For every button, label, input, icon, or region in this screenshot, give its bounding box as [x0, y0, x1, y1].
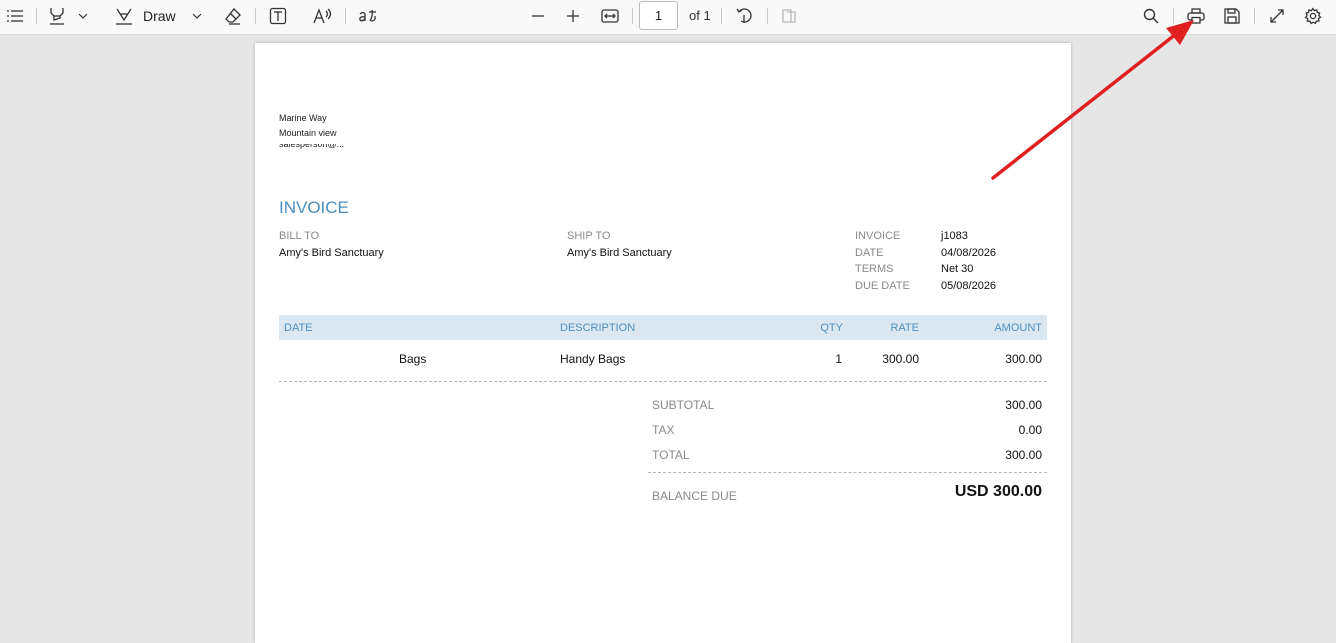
contents-icon[interactable] — [3, 4, 27, 28]
address-line-3: salesperson@... — [279, 144, 345, 149]
zoom-out-icon[interactable] — [527, 4, 549, 28]
line-amount: 300.00 — [1005, 352, 1042, 366]
bill-to-label: BILL TO — [279, 230, 320, 242]
column-header-rate: RATE — [890, 322, 919, 334]
toolbar-separator — [767, 8, 768, 24]
tax-value: 0.00 — [1018, 423, 1042, 437]
highlight-icon[interactable] — [46, 4, 68, 28]
line-items-header: DATE DESCRIPTION QTY RATE AMOUNT — [279, 315, 1047, 340]
column-header-description: DESCRIPTION — [560, 322, 636, 334]
draw-icon[interactable] — [113, 4, 135, 28]
save-icon[interactable] — [1220, 4, 1244, 28]
draw-label[interactable]: Draw — [143, 4, 181, 28]
due-date: 05/08/2026 — [941, 280, 997, 292]
invoice-date: 04/08/2026 — [941, 247, 997, 259]
invoice-date-label: DATE — [855, 247, 884, 259]
toolbar-separator — [255, 8, 256, 24]
divider — [648, 472, 1047, 473]
invoice-number: j1083 — [941, 230, 968, 242]
ship-to-label: SHIP TO — [567, 230, 611, 242]
search-icon[interactable] — [1139, 4, 1163, 28]
toolbar-separator — [721, 8, 722, 24]
read-aloud-icon[interactable] — [311, 4, 335, 28]
total-value: 300.00 — [1005, 448, 1042, 462]
toolbar-separator — [632, 8, 633, 24]
total-label: TOTAL — [652, 448, 690, 462]
divider — [279, 381, 1047, 382]
column-header-date: DATE — [284, 322, 313, 334]
zoom-in-icon[interactable] — [562, 4, 584, 28]
pdf-toolbar: Draw 1 of 1 — [0, 0, 1336, 35]
settings-icon[interactable] — [1301, 4, 1325, 28]
toolbar-separator — [1254, 8, 1255, 24]
column-header-amount: AMOUNT — [994, 322, 1042, 334]
chevron-down-icon[interactable] — [74, 4, 92, 28]
invoice-number-label: INVOICE — [855, 230, 901, 242]
terms-label: TERMS — [855, 263, 894, 275]
balance-due-label: BALANCE DUE — [652, 489, 737, 503]
toolbar-separator — [1173, 8, 1174, 24]
invoice-page: Marine Way Mountain view salesperson@...… — [255, 43, 1071, 643]
fit-width-icon[interactable] — [598, 4, 622, 28]
toolbar-separator — [345, 8, 346, 24]
invoice-title: INVOICE — [279, 198, 349, 217]
chevron-down-icon[interactable] — [188, 4, 206, 28]
column-header-qty: QTY — [820, 322, 843, 334]
line-description: Handy Bags — [560, 352, 626, 366]
subtotal-label: SUBTOTAL — [652, 398, 715, 412]
tax-label: TAX — [652, 423, 675, 437]
translate-icon[interactable] — [356, 4, 380, 28]
due-date-label: DUE DATE — [855, 280, 910, 292]
line-rate: 300.00 — [882, 352, 919, 366]
fullscreen-icon[interactable] — [1265, 4, 1289, 28]
address-line-2: Mountain view — [279, 128, 337, 137]
terms: Net 30 — [941, 263, 974, 275]
two-page-icon[interactable] — [778, 4, 800, 28]
toolbar-separator — [36, 8, 37, 24]
page-count: of 1 — [689, 8, 711, 23]
eraser-icon[interactable] — [221, 4, 245, 28]
subtotal-value: 300.00 — [1005, 398, 1042, 412]
line-date: Bags — [399, 352, 427, 366]
line-qty: 1 — [835, 352, 842, 366]
address-line-1: Marine Way — [279, 113, 327, 123]
print-icon[interactable] — [1184, 4, 1208, 28]
page-number-input[interactable]: 1 — [639, 1, 678, 30]
balance-due-value: USD 300.00 — [954, 483, 1042, 500]
rotate-icon[interactable] — [732, 4, 756, 28]
text-box-icon[interactable] — [266, 4, 290, 28]
bill-to-name: Amy's Bird Sanctuary — [279, 247, 384, 259]
ship-to-name: Amy's Bird Sanctuary — [567, 247, 672, 259]
